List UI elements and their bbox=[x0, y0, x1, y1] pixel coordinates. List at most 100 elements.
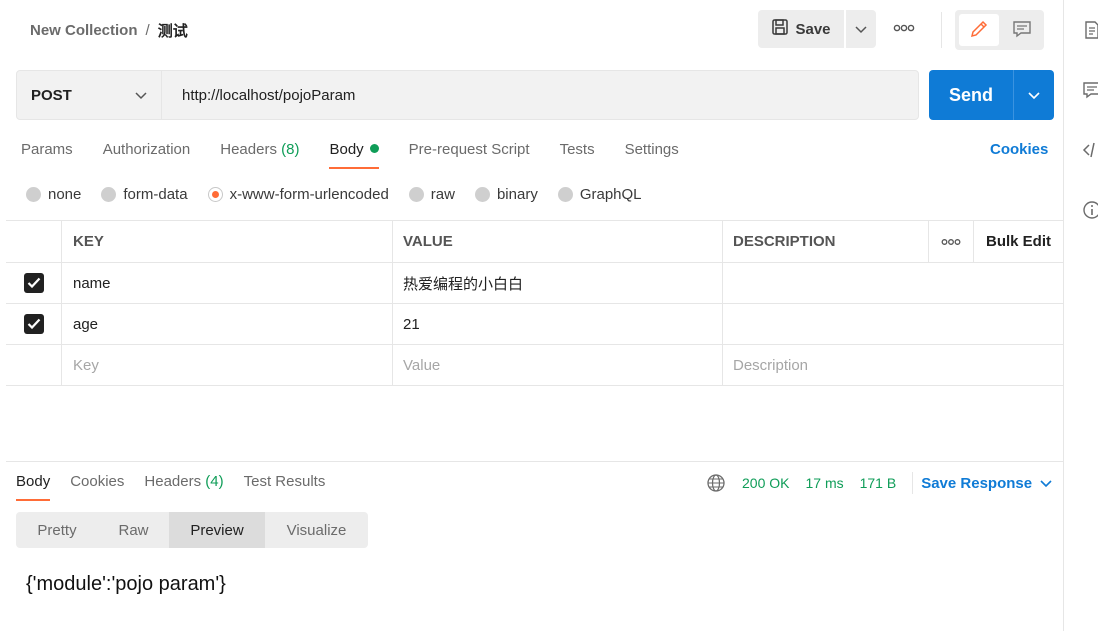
radio-button[interactable] bbox=[26, 187, 41, 202]
table-row: age 21 bbox=[6, 304, 1063, 345]
radio-button[interactable] bbox=[557, 187, 573, 202]
radio-label: GraphQL bbox=[579, 186, 642, 203]
body-type-binary[interactable]: binary bbox=[474, 186, 538, 203]
chevron-down-icon bbox=[855, 21, 867, 37]
radio-button[interactable] bbox=[474, 187, 490, 202]
table-header-row: KEY VALUE DESCRIPTION Bulk Edit bbox=[6, 221, 1063, 263]
response-tab-cookies[interactable]: Cookies bbox=[70, 473, 124, 501]
response-view-tabs: Pretty Raw Preview Visualize bbox=[16, 512, 368, 548]
new-key-input[interactable]: Key bbox=[62, 345, 393, 385]
body-type-selector: none form-data x-www-form-urlencoded raw… bbox=[26, 186, 662, 203]
response-headers-count: (4) bbox=[205, 473, 224, 490]
bulk-edit-button[interactable]: Bulk Edit bbox=[974, 221, 1063, 262]
view-tab-pretty[interactable]: Pretty bbox=[16, 512, 98, 548]
response-divider[interactable] bbox=[6, 461, 1063, 462]
tab-label: Settings bbox=[624, 141, 679, 158]
body-type-raw[interactable]: raw bbox=[408, 186, 455, 203]
tab-label: Headers bbox=[220, 141, 277, 158]
row-checkbox[interactable] bbox=[23, 273, 44, 293]
chevron-down-icon bbox=[1040, 475, 1052, 492]
body-type-graphql[interactable]: GraphQL bbox=[557, 186, 642, 203]
tab-label: Tests bbox=[559, 141, 595, 158]
view-tab-preview[interactable]: Preview bbox=[169, 512, 265, 548]
response-tabs: Body Cookies Headers (4) Test Results bbox=[16, 473, 345, 501]
tab-body[interactable]: Body bbox=[329, 141, 379, 169]
cookies-link[interactable]: Cookies bbox=[990, 141, 1048, 158]
view-tab-raw[interactable]: Raw bbox=[98, 512, 169, 548]
row-checkbox-cell bbox=[6, 263, 62, 303]
description-placeholder: Description bbox=[733, 356, 809, 374]
edit-mode-button[interactable] bbox=[959, 14, 999, 46]
breadcrumb: New Collection / 测试 bbox=[30, 20, 188, 41]
right-sidebar bbox=[1063, 0, 1098, 631]
comments-icon[interactable] bbox=[1082, 80, 1098, 100]
row-checkbox-cell bbox=[6, 345, 62, 385]
response-tab-body[interactable]: Body bbox=[16, 473, 51, 501]
value-cell[interactable]: 21 bbox=[393, 304, 723, 344]
tab-label: Body bbox=[329, 141, 364, 158]
tab-params[interactable]: Params bbox=[21, 141, 73, 169]
globe-icon[interactable] bbox=[706, 473, 726, 493]
radio-label: binary bbox=[496, 186, 538, 203]
row-checkbox[interactable] bbox=[23, 314, 44, 334]
body-type-none[interactable]: none bbox=[26, 186, 81, 203]
request-tabs: Params Authorization Headers (8) Body Pr… bbox=[21, 141, 709, 169]
send-button[interactable]: Send bbox=[929, 70, 1013, 120]
chevron-down-icon bbox=[135, 87, 147, 104]
breadcrumb-request-name[interactable]: 测试 bbox=[158, 20, 188, 41]
body-type-urlencoded[interactable]: x-www-form-urlencoded bbox=[207, 186, 389, 203]
comments-button[interactable] bbox=[1003, 14, 1041, 46]
view-tab-visualize[interactable]: Visualize bbox=[265, 512, 368, 548]
save-response-button[interactable]: Save Response bbox=[921, 475, 1052, 492]
column-header-key: KEY bbox=[62, 221, 393, 262]
save-button[interactable]: Save bbox=[758, 10, 844, 48]
description-cell[interactable] bbox=[723, 263, 1063, 303]
column-header-value: VALUE bbox=[393, 221, 723, 262]
column-header-description: DESCRIPTION bbox=[723, 221, 929, 262]
tab-label: Headers bbox=[144, 473, 202, 490]
response-tab-headers[interactable]: Headers (4) bbox=[144, 473, 223, 501]
tab-tests[interactable]: Tests bbox=[560, 141, 595, 169]
save-options-button[interactable] bbox=[846, 10, 876, 48]
new-value-input[interactable]: Value bbox=[393, 345, 723, 385]
code-icon[interactable] bbox=[1082, 140, 1098, 160]
info-icon[interactable] bbox=[1082, 200, 1098, 220]
tab-pre-request-script[interactable]: Pre-request Script bbox=[409, 141, 530, 169]
new-description-input[interactable]: Description bbox=[723, 345, 1063, 385]
key-cell[interactable]: age bbox=[62, 304, 393, 344]
value-cell[interactable]: 热爱编程的小白白 bbox=[393, 263, 723, 303]
response-time[interactable]: 17 ms bbox=[805, 475, 843, 491]
radio-label: x-www-form-urlencoded bbox=[229, 186, 389, 203]
value-text: 21 bbox=[403, 315, 420, 333]
key-cell[interactable]: name bbox=[62, 263, 393, 303]
key-value: age bbox=[73, 315, 99, 333]
tab-headers[interactable]: Headers (8) bbox=[220, 141, 299, 169]
tab-authorization[interactable]: Authorization bbox=[103, 141, 191, 169]
response-size[interactable]: 171 B bbox=[860, 475, 897, 491]
method-select[interactable]: POST bbox=[17, 71, 162, 119]
table-row: name 热爱编程的小白白 bbox=[6, 263, 1063, 304]
meta-divider bbox=[912, 472, 914, 494]
send-options-button[interactable] bbox=[1013, 70, 1054, 120]
row-checkbox-cell bbox=[6, 304, 62, 344]
tab-settings[interactable]: Settings bbox=[625, 141, 679, 169]
headers-count: (8) bbox=[281, 141, 300, 158]
radio-label: none bbox=[48, 186, 82, 203]
table-options-button[interactable] bbox=[929, 221, 974, 262]
value-placeholder: Value bbox=[403, 356, 441, 374]
radio-button-selected[interactable] bbox=[207, 187, 223, 202]
description-cell[interactable] bbox=[723, 304, 1063, 344]
body-type-form-data[interactable]: form-data bbox=[101, 186, 188, 203]
header-checkbox-cell bbox=[6, 221, 62, 262]
mode-toggle bbox=[955, 10, 1044, 50]
documentation-icon[interactable] bbox=[1082, 20, 1098, 40]
url-input[interactable] bbox=[162, 71, 918, 119]
breadcrumb-collection[interactable]: New Collection bbox=[30, 22, 138, 39]
radio-button[interactable] bbox=[408, 187, 424, 202]
more-options-button[interactable] bbox=[893, 20, 915, 38]
breadcrumb-separator: / bbox=[145, 22, 150, 39]
radio-button[interactable] bbox=[101, 187, 117, 202]
value-text: 热爱编程的小白白 bbox=[403, 275, 524, 293]
response-tab-test-results[interactable]: Test Results bbox=[244, 473, 326, 501]
status-code[interactable]: 200 OK bbox=[742, 475, 789, 491]
